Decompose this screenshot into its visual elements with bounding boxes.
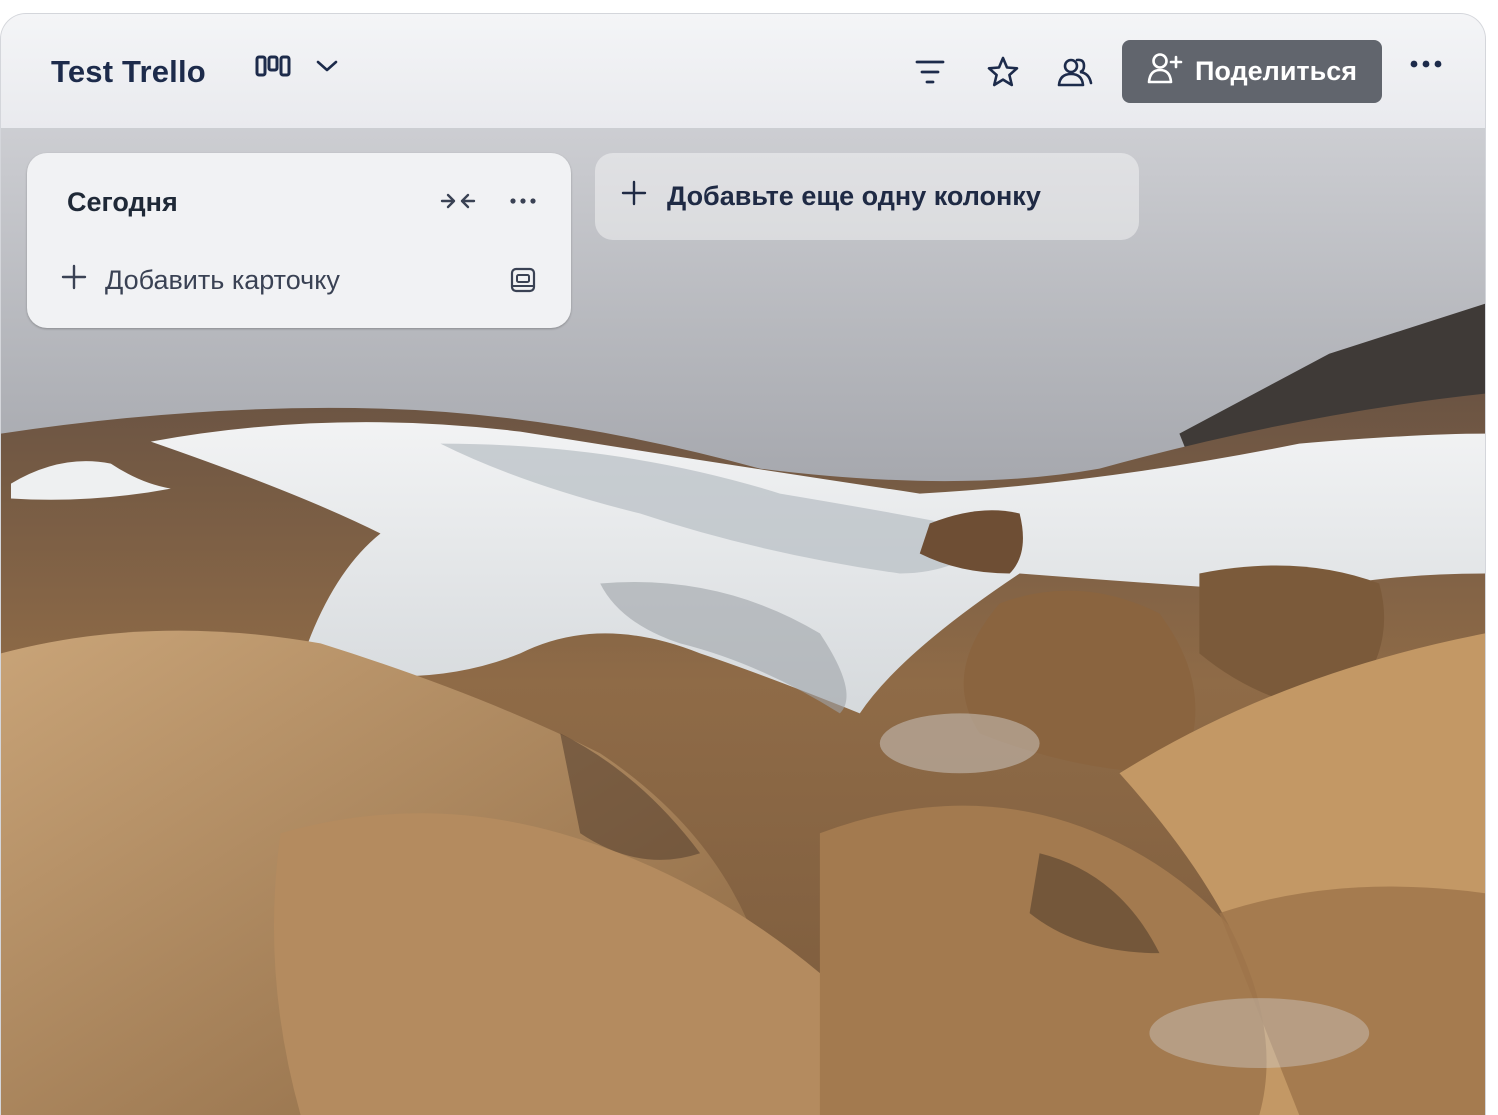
board-header: Test Trello Поделиться — [1, 14, 1485, 128]
board-window: Test Trello Поделиться Сегодня Добавить … — [0, 13, 1486, 1115]
card-template-icon[interactable] — [510, 266, 536, 294]
plus-icon — [621, 180, 647, 213]
plus-icon — [61, 264, 87, 297]
add-column-button[interactable]: Добавьте еще одну колонку — [595, 153, 1139, 240]
add-card-label: Добавить карточку — [105, 264, 340, 295]
star-icon[interactable] — [986, 52, 1020, 92]
share-label: Поделиться — [1194, 56, 1358, 86]
members-icon[interactable] — [1056, 52, 1094, 92]
list-column[interactable]: Сегодня Добавить карточку — [27, 153, 571, 328]
add-person-icon — [1147, 51, 1183, 92]
view-switcher[interactable] — [255, 54, 339, 78]
board-title[interactable]: Test Trello — [51, 54, 206, 90]
column-more-icon[interactable] — [509, 189, 537, 213]
chevron-down-icon[interactable] — [315, 58, 339, 74]
more-horizontal-icon[interactable] — [1409, 58, 1443, 70]
add-card-button[interactable]: Добавить карточку — [49, 257, 545, 303]
column-title[interactable]: Сегодня — [67, 187, 178, 218]
collapse-icon[interactable] — [440, 189, 476, 213]
share-button[interactable]: Поделиться — [1122, 40, 1382, 103]
add-column-label: Добавьте еще одну колонку — [667, 181, 1041, 211]
filter-icon[interactable] — [914, 52, 946, 92]
board-view-icon[interactable] — [255, 54, 291, 78]
